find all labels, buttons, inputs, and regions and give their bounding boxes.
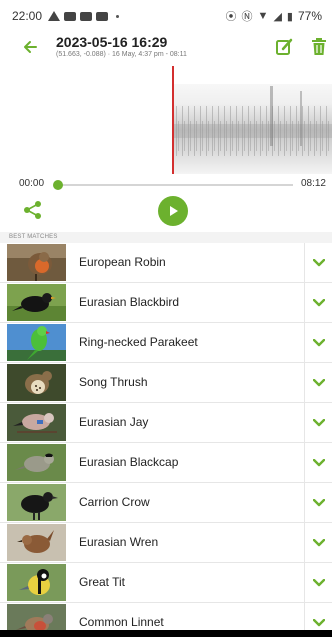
spectrogram[interactable]	[0, 66, 332, 174]
chevron-down-icon	[312, 579, 325, 587]
arrow-left-icon	[24, 41, 37, 53]
trash-icon	[312, 38, 326, 55]
carrion-crow-image	[7, 484, 66, 521]
more-notifications-dot	[116, 14, 120, 18]
bird-thumbnail	[7, 244, 66, 281]
youtube-icon	[80, 11, 93, 21]
play-icon	[170, 206, 178, 216]
share-icon	[24, 201, 41, 219]
signal-icon: ◢	[273, 10, 282, 23]
bird-name: Common Linnet	[79, 615, 164, 629]
bird-thumbnail	[7, 364, 66, 401]
edit-button[interactable]	[273, 36, 295, 58]
chevron-down-icon	[312, 299, 325, 307]
bird-thumbnail	[7, 484, 66, 521]
system-icons: ⦿ Ⓝ ▼ ◢ ▮ 77%	[226, 8, 322, 24]
vibrate-icon: ⦿	[225, 11, 237, 23]
spectrogram-image	[174, 84, 332, 174]
recording-header: 2023-05-16 16:29 (51.663, -0.088) · 16 M…	[0, 32, 332, 62]
duration: 08:12	[300, 178, 326, 189]
expand-button[interactable]	[304, 403, 332, 443]
chevron-down-icon	[312, 419, 325, 427]
list-item[interactable]: European Robin	[0, 243, 332, 283]
bird-name: Song Thrush	[79, 375, 148, 389]
chevron-down-icon	[312, 619, 325, 627]
chevron-down-icon	[312, 459, 325, 467]
eurasian-blackbird-image	[7, 284, 66, 321]
current-time: 00:00	[19, 178, 45, 189]
list-item[interactable]: Eurasian Jay	[0, 403, 332, 443]
delete-button[interactable]	[309, 36, 329, 58]
european-robin-image	[7, 244, 66, 281]
list-item[interactable]: Song Thrush	[0, 363, 332, 403]
best-matches-header: BEST MATCHES	[0, 232, 332, 243]
play-button[interactable]	[158, 196, 188, 226]
recording-subtitle: (51.663, -0.088) · 16 May, 4:37 pm - 08:…	[56, 51, 187, 58]
list-item[interactable]: Eurasian Blackbird	[0, 283, 332, 323]
bird-name: European Robin	[79, 255, 166, 269]
status-bar: 22:00 ⦿ Ⓝ ▼ ◢ ▮ 77%	[0, 0, 332, 32]
expand-button[interactable]	[304, 443, 332, 483]
expand-button[interactable]	[304, 243, 332, 283]
bird-name: Eurasian Blackcap	[79, 455, 179, 469]
nfc-icon: Ⓝ	[241, 11, 253, 23]
bird-thumbnail	[7, 324, 66, 361]
seek-thumb[interactable]	[53, 180, 63, 190]
bird-thumbnail	[7, 404, 66, 441]
youtube-icon	[64, 11, 77, 21]
bird-thumbnail	[7, 444, 66, 481]
notification-icons	[48, 11, 120, 21]
bird-name: Eurasian Wren	[79, 535, 159, 549]
eurasian-jay-image	[7, 404, 66, 441]
eurasian-blackcap-image	[7, 444, 66, 481]
wifi-icon: ▼	[257, 10, 269, 22]
chevron-down-icon	[312, 379, 325, 387]
seek-row: 00:00 08:12	[0, 177, 332, 193]
bird-thumbnail	[7, 284, 66, 321]
list-item[interactable]: Great Tit	[0, 563, 332, 603]
chevron-down-icon	[312, 499, 325, 507]
expand-button[interactable]	[304, 483, 332, 523]
recording-titles: 2023-05-16 16:29 (51.663, -0.088) · 16 M…	[56, 35, 187, 59]
bird-thumbnail	[7, 524, 66, 561]
youtube-icon	[96, 11, 109, 21]
song-thrush-image	[7, 364, 66, 401]
chevron-down-icon	[312, 339, 325, 347]
share-button[interactable]	[22, 199, 44, 221]
chevron-down-icon	[312, 259, 325, 267]
eurasian-wren-image	[7, 524, 66, 561]
list-item[interactable]: Carrion Crow	[0, 483, 332, 523]
drive-icon	[48, 11, 61, 21]
matches-list: European Robin Eurasian Blackbird Ring-n…	[0, 243, 332, 637]
chevron-down-icon	[312, 539, 325, 547]
bird-thumbnail	[7, 564, 66, 601]
player-controls	[0, 193, 332, 229]
expand-button[interactable]	[304, 523, 332, 563]
expand-button[interactable]	[304, 363, 332, 403]
navigation-bar	[0, 630, 332, 637]
bird-name: Eurasian Jay	[79, 415, 149, 429]
edit-icon	[276, 38, 293, 55]
battery-icon: ▮	[286, 10, 293, 23]
status-time: 22:00	[12, 9, 43, 23]
ring-necked-parakeet-image	[7, 324, 66, 361]
list-item[interactable]: Eurasian Wren	[0, 523, 332, 563]
battery-level: 77%	[297, 9, 322, 23]
bird-name: Ring-necked Parakeet	[79, 335, 198, 349]
list-item[interactable]: Eurasian Blackcap	[0, 443, 332, 483]
expand-button[interactable]	[304, 323, 332, 363]
bird-name: Eurasian Blackbird	[79, 295, 180, 309]
recording-title: 2023-05-16 16:29	[56, 34, 168, 50]
back-button[interactable]	[18, 35, 42, 59]
expand-button[interactable]	[304, 563, 332, 603]
great-tit-image	[7, 564, 66, 601]
list-item[interactable]: Ring-necked Parakeet	[0, 323, 332, 363]
expand-button[interactable]	[304, 283, 332, 323]
seek-bar[interactable]	[57, 184, 293, 186]
bird-name: Great Tit	[79, 575, 126, 589]
playhead	[172, 66, 174, 174]
bird-name: Carrion Crow	[79, 495, 150, 509]
